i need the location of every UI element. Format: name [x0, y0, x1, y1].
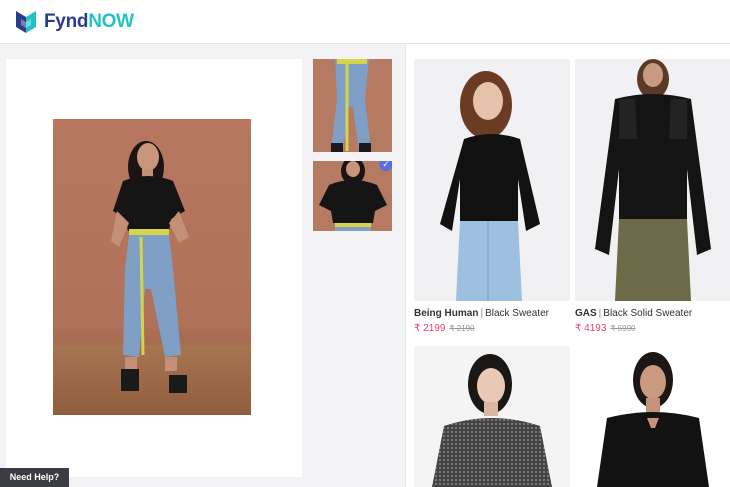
- product-price: ₹ 4193: [575, 323, 607, 334]
- fynd-logo-icon: [16, 11, 36, 33]
- thumbnail-photo-icon: [313, 161, 392, 231]
- logo-accent-text: NOW: [88, 11, 134, 32]
- product-photo-icon: [597, 352, 709, 487]
- product-price-row: ₹ 2199 ₹ 2190: [414, 323, 570, 334]
- product-name: Black Solid Sweater: [603, 308, 693, 319]
- product-name: Black Sweater: [485, 308, 549, 319]
- selected-check-icon: ✓: [379, 161, 392, 171]
- product-title: Being Human | Black Sweater: [414, 308, 570, 319]
- product-card[interactable]: [575, 346, 730, 487]
- thumbnail-upper-body[interactable]: ✓: [313, 161, 392, 231]
- product-photo-icon: [440, 71, 540, 301]
- product-price-row: ₹ 4193 ₹ 5990: [575, 323, 730, 334]
- title-separator: |: [598, 308, 602, 319]
- top-header: FyndNOW: [0, 0, 730, 44]
- product-mrp: ₹ 2190: [449, 324, 475, 333]
- product-image[interactable]: [414, 346, 570, 487]
- product-image[interactable]: [575, 59, 730, 301]
- selected-image-panel: [6, 59, 302, 477]
- product-mrp: ₹ 5990: [610, 324, 636, 333]
- logo-wordmark: FyndNOW: [44, 11, 134, 33]
- product-image[interactable]: [414, 59, 570, 301]
- fynd-now-logo[interactable]: FyndNOW: [14, 7, 134, 37]
- model-figure-icon: [111, 141, 189, 393]
- need-help-button[interactable]: Need Help?: [0, 468, 69, 487]
- product-brand: Being Human: [414, 308, 479, 319]
- product-image[interactable]: [575, 346, 730, 487]
- thumbnail-lower-body[interactable]: [313, 59, 392, 152]
- similar-products-grid: Being Human | Black Sweater ₹ 2199 ₹ 2190 G…: [406, 44, 730, 487]
- product-photo-icon: [432, 354, 552, 487]
- logo-main-text: Fynd: [44, 11, 89, 32]
- main-outfit-photo[interactable]: [53, 119, 251, 415]
- title-separator: |: [480, 308, 484, 319]
- product-card[interactable]: Being Human | Black Sweater ₹ 2199 ₹ 2190: [414, 59, 570, 334]
- product-price: ₹ 2199: [414, 323, 446, 334]
- product-card[interactable]: [414, 346, 570, 487]
- product-card[interactable]: GAS | Black Solid Sweater ₹ 4193 ₹ 5990: [575, 59, 730, 334]
- product-title: GAS | Black Solid Sweater: [575, 308, 730, 319]
- product-brand: GAS: [575, 308, 597, 319]
- product-photo-icon: [595, 59, 711, 301]
- thumbnail-photo-icon: [313, 59, 392, 152]
